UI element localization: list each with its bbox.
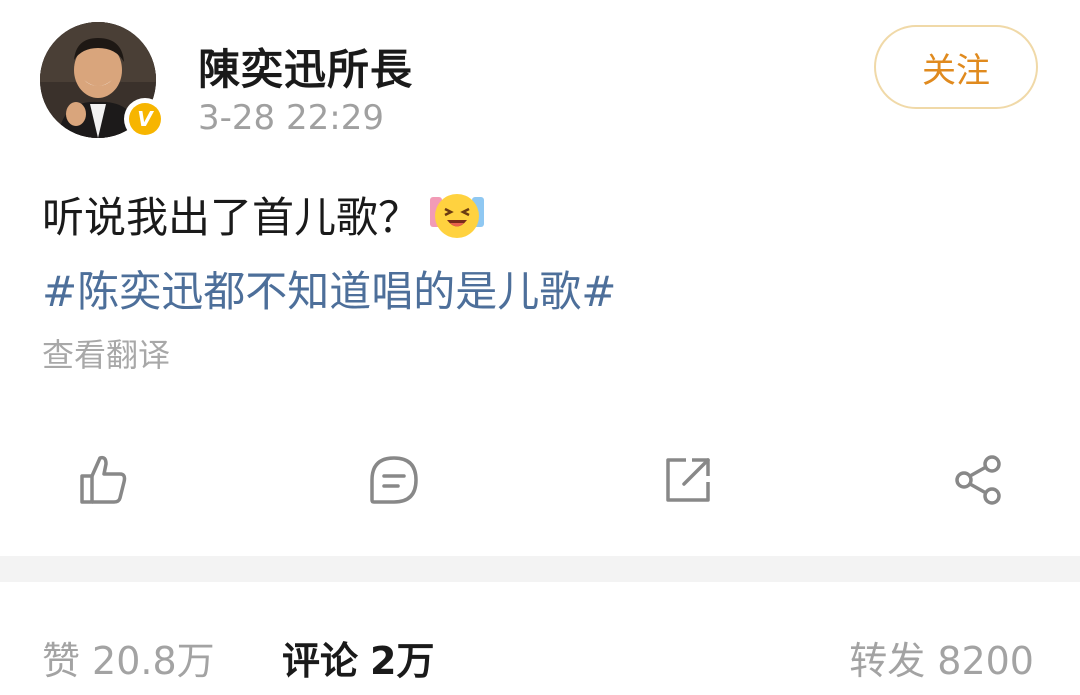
weibo-post: V 陳奕迅所長 3-28 22:29 关注 听说我出了首儿歌？ #陈奕迅都不知道… <box>0 0 1080 695</box>
comments-count: 2万 <box>370 639 435 683</box>
comment-icon[interactable] <box>366 452 422 508</box>
follow-button[interactable]: 关注 <box>874 25 1038 109</box>
reposts-label: 转发 <box>849 639 926 683</box>
likes-count: 20.8万 <box>92 639 215 683</box>
reposts-stat[interactable]: 转发 8200 <box>849 630 1034 685</box>
hashtag-link[interactable]: #陈奕迅都不知道唱的是儿歌# <box>42 258 616 319</box>
comments-label: 评论 <box>282 639 359 683</box>
thumbs-up-icon[interactable] <box>74 452 130 508</box>
post-timestamp: 3-28 22:29 <box>198 98 384 138</box>
repost-icon[interactable] <box>660 452 716 508</box>
verified-badge-icon: V <box>124 98 166 140</box>
post-text: 听说我出了首儿歌？ <box>42 193 421 242</box>
likes-label: 赞 <box>42 639 81 683</box>
view-translation-link[interactable]: 查看翻译 <box>42 330 170 376</box>
verified-mark: V <box>129 103 161 135</box>
share-icon[interactable] <box>950 452 1006 508</box>
section-divider <box>0 556 1080 582</box>
username[interactable]: 陳奕迅所長 <box>198 36 413 97</box>
post-body: 听说我出了首儿歌？ <box>42 184 486 245</box>
likes-stat[interactable]: 赞 20.8万 <box>42 630 215 685</box>
comments-stat[interactable]: 评论 2万 <box>282 630 434 685</box>
laughing-tears-emoji-icon <box>430 193 485 238</box>
reposts-count: 8200 <box>937 639 1034 683</box>
